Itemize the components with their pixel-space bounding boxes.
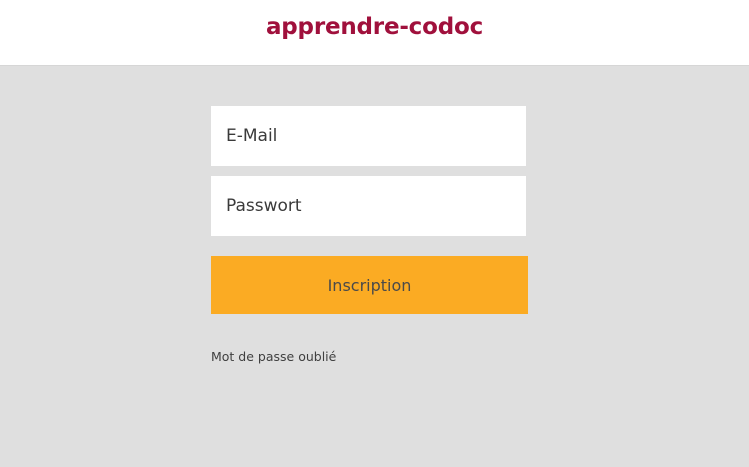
forgot-password-link[interactable]: Mot de passe oublié <box>211 349 336 364</box>
inscription-button[interactable]: Inscription <box>211 256 528 314</box>
brand-logo[interactable]: apprendre-codoc <box>0 14 749 40</box>
email-input[interactable] <box>211 106 526 166</box>
header-bar: apprendre-codoc <box>0 0 749 66</box>
password-input[interactable] <box>211 176 526 236</box>
